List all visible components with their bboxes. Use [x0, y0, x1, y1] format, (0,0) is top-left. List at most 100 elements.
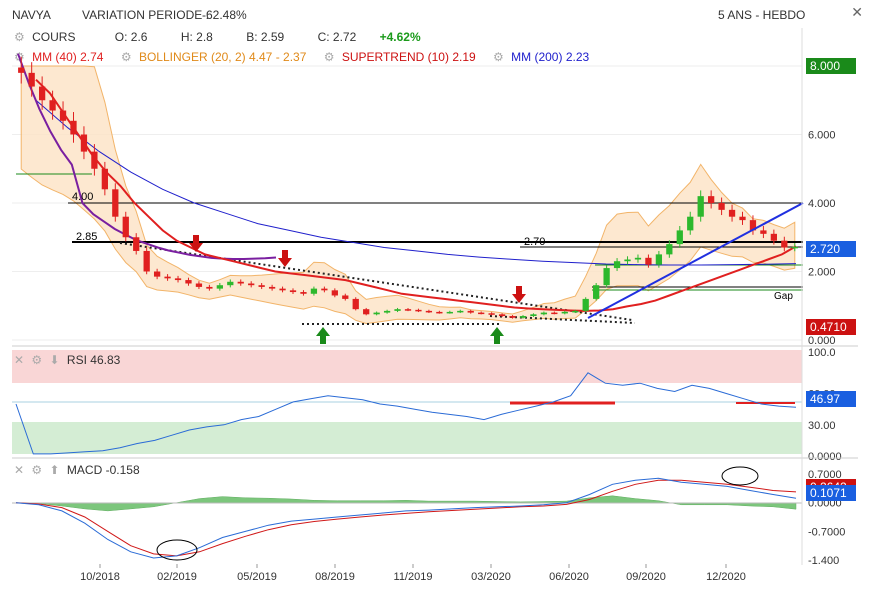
- macd-value: -0.158: [105, 463, 140, 477]
- candle-body: [697, 196, 704, 217]
- price-chart[interactable]: 4.00 2.85 2.70 Gap 8.000 6.000 4.000 2.000 0…: [0, 0, 869, 593]
- candle-body: [676, 230, 683, 245]
- rsi-badge: 46.97: [806, 391, 856, 407]
- price-tick-label: 0.000: [808, 335, 836, 347]
- candle-body: [227, 281, 234, 286]
- candle-body: [91, 151, 98, 169]
- macd-tick-label: -1.400: [808, 555, 839, 567]
- candle-body: [363, 309, 370, 315]
- candle-body: [708, 196, 715, 203]
- candle-body: [478, 312, 485, 315]
- candle-body: [655, 254, 663, 265]
- rsi-tick-label: 100.0: [808, 347, 836, 359]
- candle-body: [687, 216, 694, 231]
- candle-body: [133, 237, 140, 251]
- candle-body: [101, 168, 108, 190]
- macd-label: MACD: [66, 463, 103, 477]
- candle-body: [519, 316, 527, 318]
- gear-icon[interactable]: ⚙: [31, 353, 42, 367]
- candle-body: [645, 257, 652, 265]
- rsi-legend: ✕ ⚙ ⬇ RSI 46.83: [14, 353, 120, 367]
- candle-body: [561, 311, 568, 314]
- macd-legend: ✕ ⚙ ⬆ MACD -0.158: [14, 463, 140, 477]
- annotation-285: 2.85: [76, 231, 97, 243]
- candle-body: [373, 312, 380, 315]
- x-tick-label: 08/2019: [315, 571, 355, 583]
- close-icon[interactable]: ✕: [14, 463, 24, 477]
- candle-body: [498, 314, 506, 317]
- rsi-tick-label: 0.0000: [808, 451, 842, 463]
- gear-icon[interactable]: ⚙: [31, 463, 42, 477]
- candle-body: [436, 311, 443, 314]
- candle-body: [18, 67, 25, 73]
- candle-body: [603, 268, 610, 286]
- candle-body: [624, 259, 631, 262]
- macd-cross-circle: [156, 539, 198, 561]
- candle-body: [289, 290, 297, 293]
- candle-body: [770, 233, 778, 241]
- price-tick-label: 6.000: [808, 130, 836, 142]
- candle-body: [122, 216, 129, 238]
- candle-body: [143, 250, 150, 272]
- x-tick-label: 09/2020: [626, 571, 666, 583]
- x-tick-label: 05/2019: [237, 571, 277, 583]
- macd-tick-label: -0.7000: [808, 526, 845, 538]
- candle-body: [634, 257, 642, 260]
- macd-signal-line: [15, 479, 797, 557]
- candle-body: [279, 288, 286, 291]
- candle-body: [718, 203, 725, 210]
- price-badge-low: 0.4710: [806, 319, 856, 335]
- price-tick-label: 2.000: [808, 267, 836, 279]
- rsi-value: 46.83: [90, 353, 121, 367]
- annotation-4: 4.00: [72, 191, 93, 203]
- sell-arrow: [278, 250, 292, 267]
- candle-body: [540, 312, 548, 315]
- buy-arrow: [316, 327, 330, 344]
- price-tick-label: 4.000: [808, 198, 836, 210]
- candle-body: [38, 86, 46, 101]
- candle-body: [666, 244, 673, 255]
- x-tick-label: 06/2020: [549, 571, 589, 583]
- candle-body: [80, 134, 88, 152]
- rsi-tick-label: 30.00: [808, 420, 836, 432]
- candle-body: [59, 110, 67, 121]
- rsi-overbought-zone: [12, 350, 802, 383]
- candle-body: [300, 292, 307, 294]
- candle-body: [446, 311, 453, 314]
- x-tick-label: 12/2020: [706, 571, 746, 583]
- candle-body: [467, 310, 474, 313]
- candle-body: [321, 288, 328, 291]
- candle-body: [457, 310, 464, 313]
- candle-body: [415, 309, 422, 312]
- candle-body: [70, 120, 77, 135]
- candle-body: [530, 314, 537, 317]
- sell-arrow: [189, 235, 203, 252]
- x-tick-label: 11/2019: [394, 571, 433, 583]
- arrow-down-icon[interactable]: ⬇: [50, 353, 60, 367]
- candle-body: [342, 295, 349, 299]
- candlesticks: [18, 56, 798, 319]
- candle-body: [593, 285, 600, 299]
- candle-body: [394, 309, 401, 311]
- candle-body: [310, 288, 318, 294]
- candle-body: [195, 283, 203, 287]
- candle-body: [174, 278, 182, 281]
- candle-body: [582, 298, 589, 311]
- candle-body: [164, 276, 171, 279]
- candle-body: [216, 285, 223, 289]
- bollinger-band: [20, 65, 796, 325]
- arrow-up-icon[interactable]: ⬆: [50, 463, 60, 477]
- candle-body: [425, 310, 433, 313]
- candle-body: [781, 240, 788, 248]
- candle-body: [728, 209, 736, 217]
- rsi-oversold-zone: [12, 422, 802, 454]
- candle-body: [551, 312, 558, 315]
- close-icon[interactable]: ✕: [14, 353, 24, 367]
- candle-body: [488, 313, 495, 315]
- sell-arrow: [512, 286, 526, 303]
- candle-body: [185, 280, 192, 284]
- candle-body: [331, 290, 338, 296]
- candle-body: [268, 286, 276, 289]
- candle-body: [112, 189, 119, 217]
- annotation-gap: Gap: [774, 291, 793, 302]
